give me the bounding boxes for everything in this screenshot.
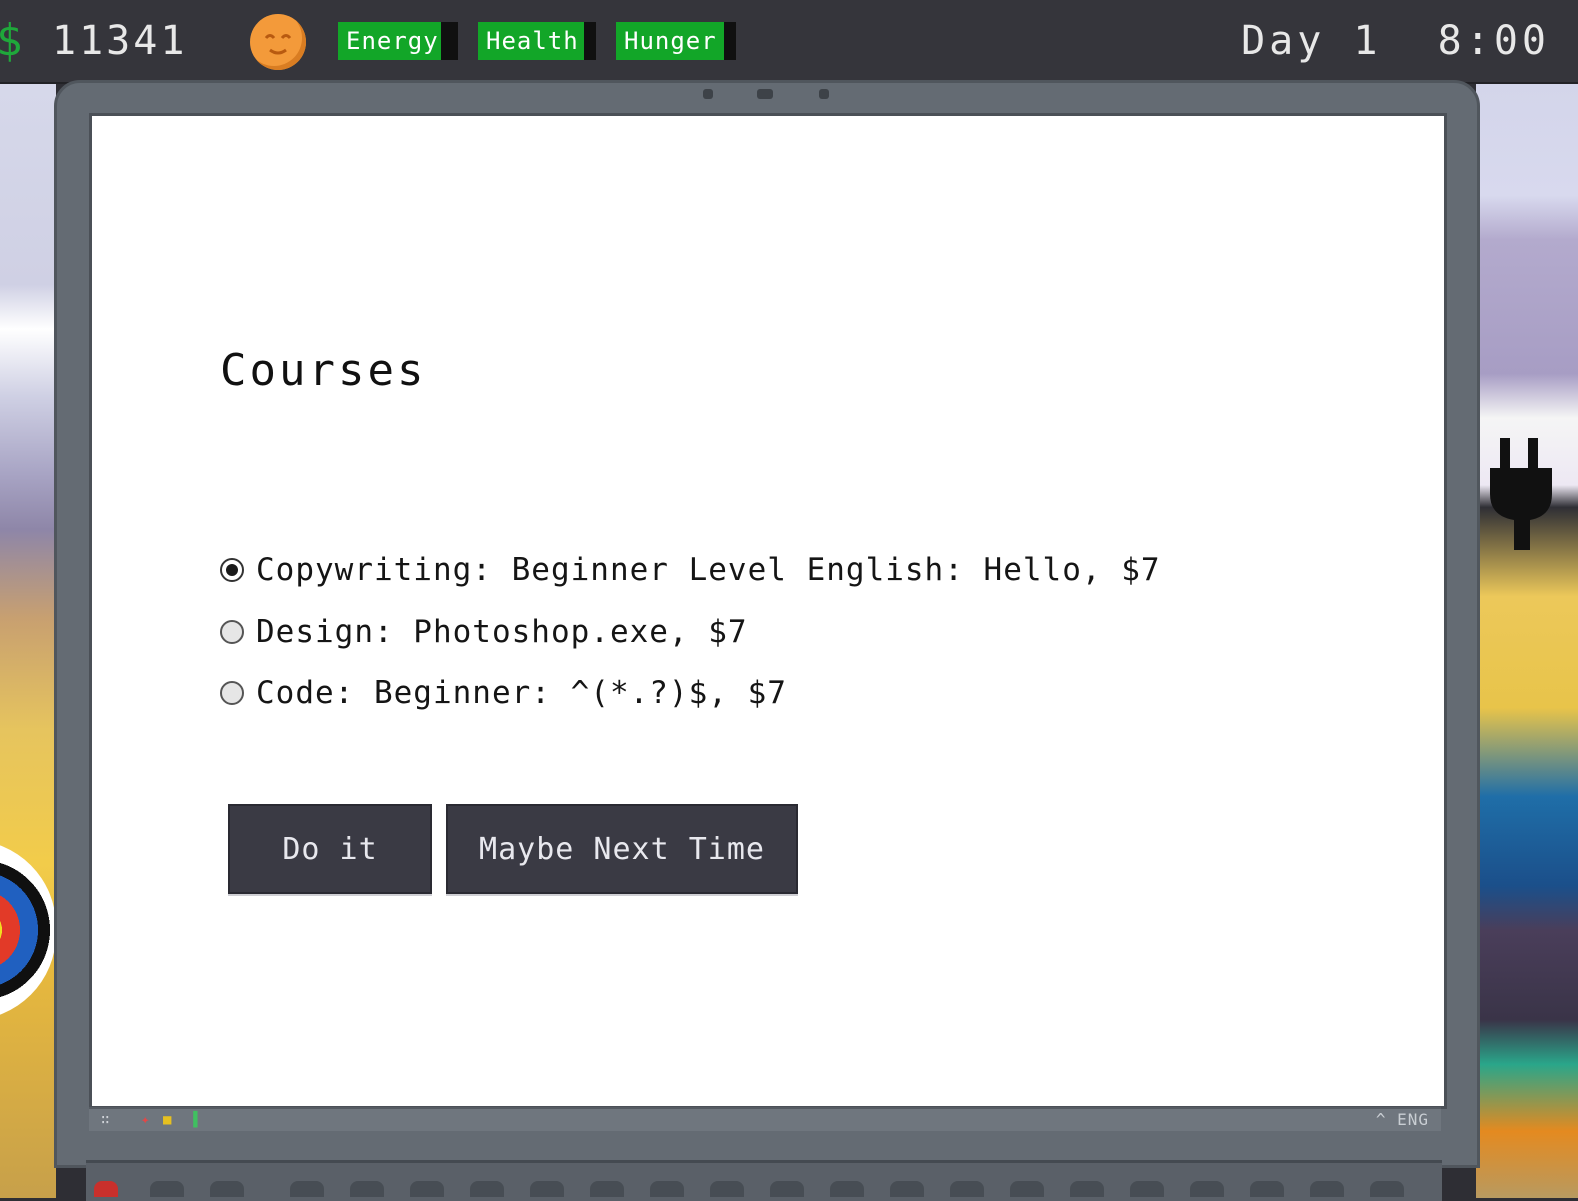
keyboard-key <box>710 1181 744 1197</box>
keyboard-key <box>590 1181 624 1197</box>
hunger-bar: Hunger <box>616 22 736 60</box>
course-option-label: Code: Beginner: ^(*.?)$, $7 <box>256 675 787 711</box>
keyboard-key <box>1130 1181 1164 1197</box>
page-title: Courses <box>220 345 427 396</box>
smiling-face-icon[interactable] <box>250 14 306 70</box>
camera-dot <box>703 89 713 99</box>
chart-app-icon[interactable]: ▐ <box>189 1112 197 1128</box>
background-scenery-left <box>0 84 56 1198</box>
do-it-button[interactable]: Do it <box>228 804 432 894</box>
keyboard-key <box>830 1181 864 1197</box>
keyboard-key <box>410 1181 444 1197</box>
keyboard-key <box>350 1181 384 1197</box>
start-menu-icon[interactable]: ∷ <box>101 1112 109 1128</box>
energy-label: Energy <box>346 27 439 55</box>
keyboard-key <box>150 1181 184 1197</box>
health-label: Health <box>486 27 579 55</box>
keyboard-key <box>1010 1181 1044 1197</box>
keyboard-key <box>950 1181 984 1197</box>
energy-bar: Energy <box>338 22 458 60</box>
money-counter: 11341 <box>52 18 188 64</box>
keyboard-key <box>1070 1181 1104 1197</box>
laptop-keyboard <box>86 1160 1442 1201</box>
keyboard-key <box>1190 1181 1224 1197</box>
currency-symbol: $ <box>0 15 23 66</box>
laptop-screen: Courses Copywriting: Beginner Level Engl… <box>89 113 1447 1109</box>
maybe-next-time-button[interactable]: Maybe Next Time <box>446 804 798 894</box>
keyboard-key <box>1370 1181 1404 1197</box>
course-option-code[interactable]: Code: Beginner: ^(*.?)$, $7 <box>220 673 787 713</box>
keyboard-key <box>890 1181 924 1197</box>
keyboard-key <box>290 1181 324 1197</box>
keyboard-key <box>1250 1181 1284 1197</box>
keyboard-key <box>1310 1181 1344 1197</box>
hunger-label: Hunger <box>624 27 717 55</box>
radio-button-selected[interactable] <box>220 558 244 582</box>
course-option-copywriting[interactable]: Copywriting: Beginner Level English: Hel… <box>220 550 1161 590</box>
course-option-label: Copywriting: Beginner Level English: Hel… <box>256 552 1161 588</box>
power-key <box>94 1181 118 1197</box>
day-time-display: Day 1 8:00 <box>1241 18 1550 64</box>
folder-icon[interactable]: ■ <box>163 1112 171 1128</box>
keyboard-key <box>650 1181 684 1197</box>
keyboard-key <box>470 1181 504 1197</box>
keyboard-key <box>770 1181 804 1197</box>
course-option-design[interactable]: Design: Photoshop.exe, $7 <box>220 612 748 652</box>
power-plug-icon <box>1490 438 1552 550</box>
top-hud: $ 11341 Energy Health Hunger Day 1 8:00 <box>0 0 1578 84</box>
keyboard-key <box>210 1181 244 1197</box>
background-scenery-right <box>1476 84 1578 1198</box>
app-icon[interactable]: ✦ <box>141 1112 149 1128</box>
health-bar: Health <box>478 22 596 60</box>
camera-dot <box>819 89 829 99</box>
radio-button[interactable] <box>220 620 244 644</box>
course-option-label: Design: Photoshop.exe, $7 <box>256 614 748 650</box>
laptop-frame: Courses Copywriting: Beginner Level Engl… <box>54 80 1480 1168</box>
taskbar: ∷ ✦ ■ ▐ ^ ENG <box>89 1107 1441 1131</box>
system-tray: ^ ENG <box>1375 1110 1429 1129</box>
keyboard-key <box>530 1181 564 1197</box>
radio-button[interactable] <box>220 681 244 705</box>
camera-icon <box>757 89 773 99</box>
